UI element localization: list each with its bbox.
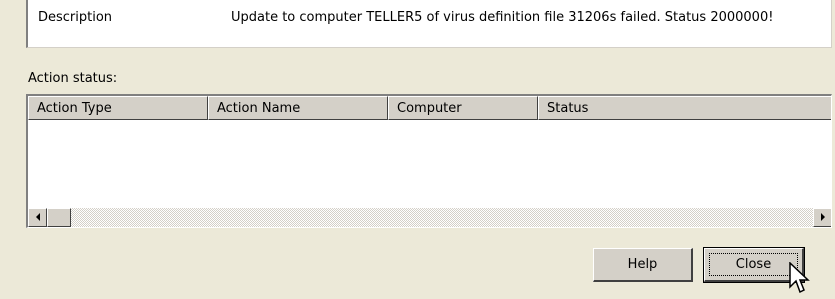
focus-rectangle: [709, 253, 798, 276]
details-panel: Description Update to computer TELLER5 o…: [26, 0, 832, 48]
horizontal-scrollbar[interactable]: [28, 208, 831, 227]
column-header-status[interactable]: Status: [538, 96, 831, 120]
event-details-dialog: Description Update to computer TELLER5 o…: [0, 0, 835, 299]
mouse-pointer-icon: [789, 262, 810, 294]
list-body: [28, 120, 831, 201]
description-value: Update to computer TELLER5 of virus defi…: [231, 10, 774, 25]
help-button[interactable]: Help: [593, 248, 693, 282]
help-button-label: Help: [627, 257, 658, 272]
action-status-list[interactable]: Action Type Action Name Computer Status: [26, 94, 832, 228]
arrow-left-icon: [35, 213, 40, 221]
scroll-right-button[interactable]: [813, 208, 831, 227]
action-status-label: Action status:: [28, 71, 118, 86]
column-header-action-type[interactable]: Action Type: [28, 96, 208, 120]
description-label: Description: [38, 10, 113, 25]
arrow-right-icon: [820, 213, 825, 221]
scrollbar-thumb[interactable]: [47, 208, 71, 227]
column-header-action-name[interactable]: Action Name: [208, 96, 388, 120]
scroll-left-button[interactable]: [28, 208, 47, 227]
list-header: Action Type Action Name Computer Status: [28, 96, 831, 120]
column-header-computer[interactable]: Computer: [388, 96, 538, 120]
